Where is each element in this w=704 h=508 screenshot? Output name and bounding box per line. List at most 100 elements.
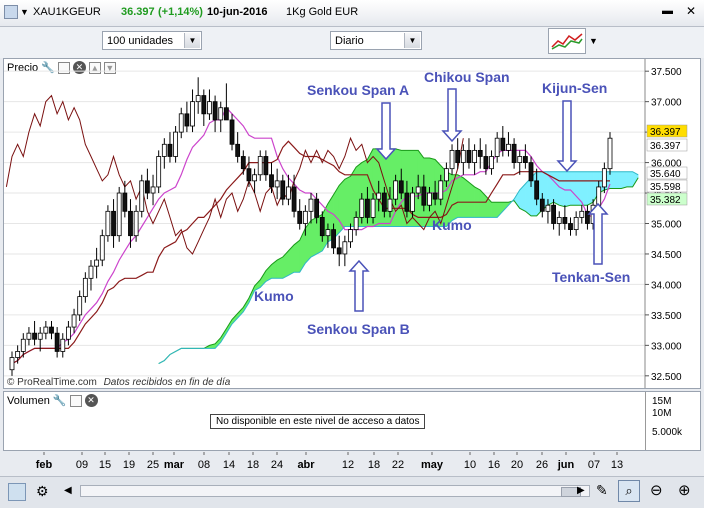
date-label: 10-jun-2016	[207, 6, 268, 18]
candle-body	[477, 149, 483, 157]
volume-axis: 15M 10M 5.000k	[645, 392, 700, 450]
candle-body	[223, 107, 229, 121]
x-tick-label: mar	[164, 459, 185, 471]
close-icon[interactable]: ✕	[686, 4, 696, 18]
annotation-label: Kijun-Sen	[542, 80, 607, 96]
candle-body	[342, 241, 348, 255]
panel-title: Volumen	[7, 394, 50, 407]
annotation-label: Senkou Span B	[307, 321, 410, 337]
candle-body	[20, 338, 26, 352]
zoom-out-icon[interactable]: ⊖	[650, 481, 663, 499]
candle-body	[528, 162, 534, 182]
settings-icon[interactable]: ⚙	[36, 483, 49, 500]
x-tick-label: 18	[368, 459, 380, 471]
annotation-label: Kumo	[254, 288, 294, 304]
candle-body	[128, 210, 133, 237]
toolbar: 100 unidades ▼ Diario ▼ ▼	[0, 27, 704, 58]
units-value: 100 unidades	[107, 35, 174, 47]
scroll-left-icon[interactable]: ◀	[64, 485, 72, 496]
x-tick-label: feb	[36, 459, 53, 471]
close-icon[interactable]: ✕	[84, 394, 98, 407]
candle-body	[551, 204, 556, 224]
draw-icon[interactable]: ✎	[596, 482, 608, 499]
sync-icon[interactable]	[8, 483, 26, 501]
horizontal-scrollbar[interactable]	[80, 485, 590, 497]
zoom-in-icon[interactable]: ⊕	[678, 481, 691, 499]
candle-body	[60, 338, 66, 352]
x-tick-label: 09	[76, 459, 88, 471]
candle-body	[348, 229, 353, 243]
x-tick-label: 08	[198, 459, 210, 471]
candle-body	[139, 180, 145, 212]
candle-body	[539, 198, 545, 212]
title-bar: ▼ XAU1KGEUR 36.397 (+1,14%) 10-jun-2016 …	[0, 0, 704, 27]
candle-body	[500, 137, 506, 151]
chevron-down-icon[interactable]: ▼	[589, 36, 598, 46]
kumo-segment	[621, 171, 628, 189]
candle-body	[212, 101, 218, 121]
wrench-icon[interactable]: 🔧	[53, 394, 67, 407]
zoom-fit-icon[interactable]: ⌕	[618, 480, 640, 502]
candle-body	[522, 156, 528, 163]
price-chart: 37.50037.00036.50036.00035.50035.00034.5…	[4, 59, 688, 388]
candle-body	[443, 168, 449, 182]
candle-body	[133, 210, 139, 237]
kumo-segment	[581, 171, 588, 206]
chevron-down-icon[interactable]: ▼	[184, 33, 200, 48]
kumo-segment	[310, 216, 317, 258]
indicators-button[interactable]	[548, 28, 586, 54]
price-label-text: 35.382	[650, 195, 681, 206]
candle-body	[82, 277, 88, 298]
annotation-label: Senkou Span A	[307, 82, 409, 98]
candle-body	[66, 326, 71, 340]
candle-body	[573, 217, 579, 230]
minimize-icon[interactable]: ▬	[662, 5, 673, 17]
candle-body	[393, 180, 399, 200]
candle-body	[156, 156, 162, 188]
candle-body	[398, 180, 404, 194]
kumo-segment	[406, 150, 413, 227]
maximize-icon[interactable]	[69, 394, 82, 407]
y-tick-label: 33.500	[651, 311, 682, 322]
scroll-right-icon[interactable]: ▶	[577, 485, 585, 496]
candle-body	[122, 192, 128, 212]
candle-body	[438, 180, 444, 200]
arrow-down-icon	[556, 100, 578, 173]
candle-body	[252, 174, 257, 182]
candle-body	[596, 186, 602, 206]
kumo-segment	[626, 171, 633, 188]
candle-body	[263, 156, 269, 176]
x-tick-label: 25	[147, 459, 159, 471]
candle-body	[601, 168, 607, 188]
candle-body	[579, 210, 585, 218]
candle-body	[150, 186, 156, 194]
kumo-segment	[570, 171, 577, 206]
annotation-label: Tenkan-Sen	[552, 269, 630, 285]
price-label-text: 36.397	[650, 127, 681, 138]
candle-body	[427, 192, 432, 206]
volume-tick: 15M	[652, 396, 672, 407]
kumo-segment	[491, 201, 498, 218]
dropdown-icon[interactable]: ▼	[20, 7, 29, 17]
units-select[interactable]: 100 unidades ▼	[102, 31, 202, 50]
candle-body	[49, 326, 54, 334]
period-value: Diario	[335, 35, 364, 47]
arrow-up-icon	[348, 259, 370, 312]
chart-icon[interactable]	[4, 5, 18, 19]
candle-body	[432, 192, 438, 200]
watermark-brand: © ProRealTime.com	[7, 377, 97, 388]
candle-body	[71, 314, 77, 328]
volume-panel: Volumen 🔧 ✕ No disponible en este nivel …	[3, 391, 701, 451]
candle-body	[280, 180, 286, 200]
kumo-segment	[553, 171, 560, 206]
candle-body	[274, 180, 280, 188]
candle-body	[556, 217, 562, 224]
period-select[interactable]: Diario ▼	[330, 31, 422, 50]
candle-body	[269, 174, 274, 188]
candle-body	[336, 247, 342, 255]
arrow-down-icon	[441, 88, 463, 143]
candle-body	[314, 198, 320, 218]
chevron-down-icon[interactable]: ▼	[404, 33, 420, 48]
symbol-label: XAU1KGEUR	[33, 6, 101, 18]
y-tick-label: 33.000	[651, 341, 682, 352]
